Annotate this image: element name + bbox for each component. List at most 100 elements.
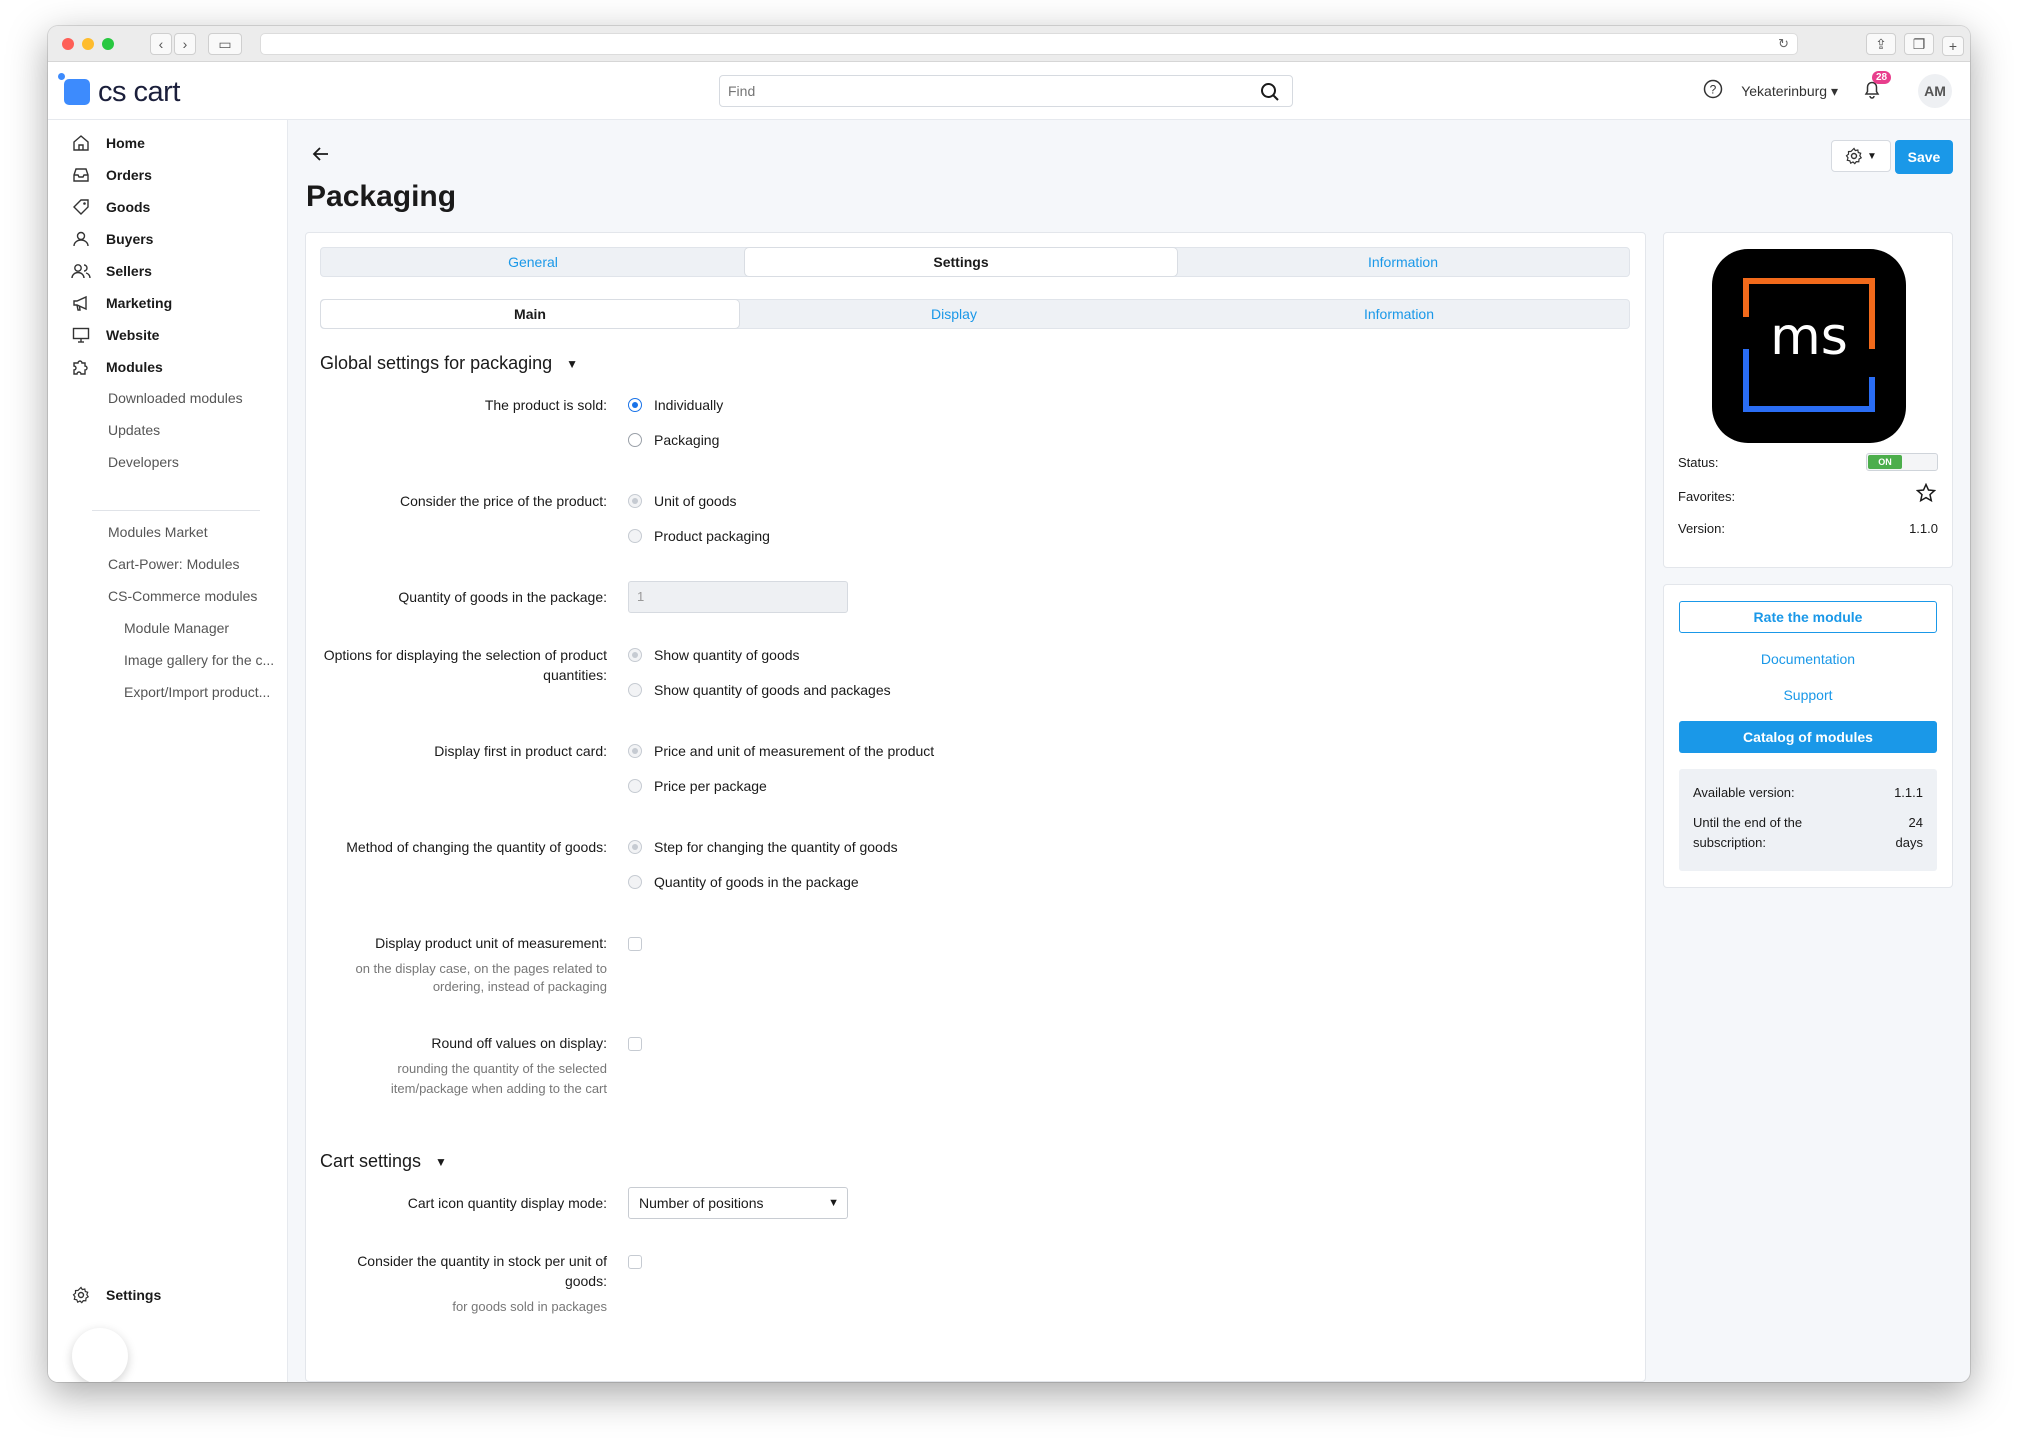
sidebar-sub-developers[interactable]: Developers	[108, 454, 179, 470]
module-info-panel: ms Status: ON Favorites: Version: 1.1.0	[1663, 232, 1953, 568]
sidebar-sub-updates[interactable]: Updates	[108, 422, 160, 438]
sidebar-item-marketing[interactable]: Marketing	[70, 290, 172, 316]
maximize-window-button[interactable]	[102, 38, 114, 50]
minimize-window-button[interactable]	[82, 38, 94, 50]
radio-disabled-selected	[628, 494, 642, 508]
sidebar-item-label: Buyers	[106, 231, 154, 247]
tabs-icon[interactable]: ❐	[1904, 33, 1934, 55]
option-label: Product packaging	[654, 528, 770, 544]
search-input[interactable]	[728, 76, 1228, 106]
chevron-down-icon: ▼	[1867, 150, 1877, 162]
options-label-line2: quantities:	[543, 667, 607, 683]
back-arrow-icon[interactable]	[312, 146, 330, 167]
method-label: Method of changing the quantity of goods…	[346, 839, 607, 855]
radio[interactable]	[628, 433, 642, 447]
sidebar-item-sellers[interactable]: Sellers	[70, 258, 152, 284]
round-checkbox[interactable]	[628, 1037, 642, 1051]
options-option-show-qty-packages[interactable]: Show quantity of goods and packages	[628, 682, 891, 698]
unit-checkbox-wrap	[628, 937, 642, 951]
notifications-button[interactable]: 28	[1862, 70, 1892, 104]
subtab-information[interactable]: Information	[1169, 300, 1629, 328]
sidebar-item-website[interactable]: Website	[70, 322, 159, 348]
close-window-button[interactable]	[62, 38, 74, 50]
sidebar-item-label: Modules	[106, 359, 163, 375]
settings-dropdown-button[interactable]: ▼	[1831, 140, 1891, 172]
catalog-of-modules-button[interactable]: Catalog of modules	[1679, 721, 1937, 753]
documentation-link[interactable]: Documentation	[1664, 651, 1952, 667]
options-label-line1: Options for displaying the selection of …	[323, 647, 607, 663]
help-icon[interactable]: ?	[1703, 79, 1723, 104]
sidebar-divider	[92, 510, 260, 511]
sidebar-sub-module-manager[interactable]: Module Manager	[124, 620, 229, 636]
status-toggle[interactable]: ON	[1866, 453, 1938, 471]
status-on-badge: ON	[1868, 455, 1902, 469]
page-title: Packaging	[306, 180, 457, 213]
support-link[interactable]: Support	[1664, 687, 1952, 703]
city-selector[interactable]: Yekaterinburg ▾	[1741, 83, 1838, 100]
stock-checkbox[interactable]	[628, 1255, 642, 1269]
sidebar-item-goods[interactable]: Goods	[70, 194, 150, 220]
search-box	[719, 75, 1293, 107]
price-option-packaging[interactable]: Product packaging	[628, 528, 770, 544]
share-icon[interactable]: ⇪	[1866, 33, 1896, 55]
sidebar-item-settings[interactable]: Settings	[70, 1282, 161, 1308]
method-option-package-qty[interactable]: Quantity of goods in the package	[628, 874, 859, 890]
top-tabs: General Settings Information	[320, 247, 1630, 277]
floating-circle-button[interactable]	[72, 1328, 128, 1382]
cart-mode-label: Cart icon quantity display mode:	[407, 1195, 607, 1211]
star-icon[interactable]	[1915, 482, 1937, 506]
sidebar-item-home[interactable]: Home	[70, 130, 145, 156]
header-right: ? Yekaterinburg ▾ 28 AM	[1703, 70, 1952, 108]
cart-mode-select[interactable]: Number of positions ▼	[628, 1187, 848, 1219]
sidebar-sub-modules-market[interactable]: Modules Market	[108, 524, 208, 540]
option-label: Price per package	[654, 778, 767, 794]
option-label: Price and unit of measurement of the pro…	[654, 743, 935, 759]
display-first-option-price-unit[interactable]: Price and unit of measurement of the pro…	[628, 743, 934, 759]
sidebar-item-modules[interactable]: Modules	[70, 354, 163, 380]
sidebar-item-label: Marketing	[106, 295, 173, 311]
caret-down-icon: ▼	[566, 356, 579, 371]
radio-disabled-selected	[628, 648, 642, 662]
tab-general[interactable]: General	[321, 248, 745, 276]
sold-option-individually[interactable]: Individually	[628, 397, 723, 413]
sub-tabs: Main Display Information	[320, 299, 1630, 329]
option-label: Show quantity of goods and packages	[654, 682, 891, 698]
rate-module-button[interactable]: Rate the module	[1679, 601, 1937, 633]
section-cart-header[interactable]: Cart settings ▼	[320, 1151, 447, 1172]
unit-checkbox[interactable]	[628, 937, 642, 951]
tab-settings[interactable]: Settings	[745, 248, 1177, 276]
sidebar-sub-downloaded-modules[interactable]: Downloaded modules	[108, 390, 243, 406]
reload-icon[interactable]: ↻	[1778, 36, 1789, 52]
method-option-step[interactable]: Step for changing the quantity of goods	[628, 839, 898, 855]
options-option-show-qty[interactable]: Show quantity of goods	[628, 647, 800, 663]
brand-logo[interactable]: cs cart	[58, 73, 180, 108]
sidebar-item-buyers[interactable]: Buyers	[70, 226, 153, 252]
price-option-unit[interactable]: Unit of goods	[628, 493, 737, 509]
address-bar[interactable]: ↻	[260, 33, 1798, 55]
tab-information[interactable]: Information	[1177, 248, 1629, 276]
chevron-down-icon: ▼	[828, 1197, 839, 1209]
subtab-display[interactable]: Display	[739, 300, 1169, 328]
browser-forward-button[interactable]: ›	[174, 33, 196, 55]
sidebar-sub-image-gallery[interactable]: Image gallery for the c...	[124, 652, 274, 668]
avatar[interactable]: AM	[1918, 74, 1952, 108]
sidebar-item-orders[interactable]: Orders	[70, 162, 152, 188]
sidebar-sub-cart-power[interactable]: Cart-Power: Modules	[108, 556, 240, 572]
sidebar-sub-export-import[interactable]: Export/Import product...	[124, 684, 270, 700]
sidebar-sub-cs-commerce[interactable]: CS-Commerce modules	[108, 588, 257, 604]
qty-input[interactable]: 1	[628, 581, 848, 613]
save-button[interactable]: Save	[1895, 140, 1953, 174]
subscription-label-line1: Until the end of the	[1693, 815, 1803, 830]
subtab-main[interactable]: Main	[321, 300, 739, 328]
sold-label: The product is sold:	[484, 397, 607, 413]
display-first-option-price-package[interactable]: Price per package	[628, 778, 767, 794]
sold-option-packaging[interactable]: Packaging	[628, 432, 719, 448]
sidebar-toggle-icon[interactable]: ▭	[208, 33, 242, 55]
qty-input-wrap: 1	[628, 581, 848, 613]
subscription-days-unit: days	[1895, 835, 1923, 850]
search-icon[interactable]	[1260, 82, 1280, 107]
section-global-header[interactable]: Global settings for packaging ▼	[320, 353, 578, 374]
new-tab-icon[interactable]: +	[1942, 36, 1964, 56]
browser-back-button[interactable]: ‹	[150, 33, 172, 55]
radio-selected[interactable]	[628, 398, 642, 412]
